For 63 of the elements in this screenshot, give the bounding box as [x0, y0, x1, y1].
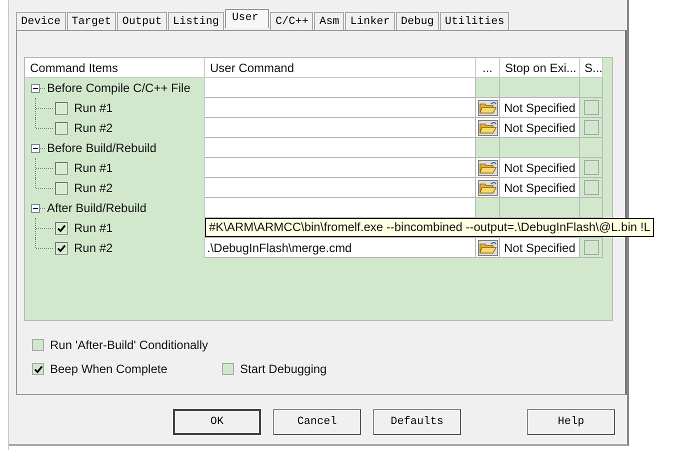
- option-label: Start Debugging: [240, 362, 327, 376]
- folder-icon[interactable]: [478, 100, 498, 116]
- column-header[interactable]: ...: [476, 58, 500, 78]
- column-header[interactable]: Command Items: [25, 58, 205, 78]
- run-label: Run #2: [74, 121, 113, 135]
- checkbox[interactable]: [584, 240, 598, 255]
- checkbox[interactable]: [55, 242, 68, 254]
- checkbox[interactable]: [584, 160, 598, 175]
- group-label: Before Build/Rebuild: [47, 141, 156, 155]
- tab[interactable]: Target: [66, 12, 116, 30]
- tab[interactable]: Asm: [314, 12, 344, 30]
- dialog-button[interactable]: Defaults: [373, 409, 462, 435]
- checkbox[interactable]: [584, 180, 598, 195]
- checkbox[interactable]: [55, 122, 68, 134]
- command-cell[interactable]: [205, 178, 476, 198]
- command-cell[interactable]: .\DebugInFlash\merge.cmd: [205, 238, 476, 258]
- column-header[interactable]: Stop on Exi...: [500, 58, 580, 78]
- command-cell[interactable]: [205, 198, 476, 218]
- checkbox-option[interactable]: Start Debugging: [222, 362, 327, 376]
- tab[interactable]: Utilities: [440, 12, 510, 30]
- checkbox[interactable]: [55, 102, 68, 114]
- tab[interactable]: Output: [117, 12, 167, 30]
- folder-icon[interactable]: [478, 180, 498, 196]
- folder-icon[interactable]: [478, 240, 498, 256]
- group-label: After Build/Rebuild: [47, 201, 146, 215]
- command-cell[interactable]: [205, 138, 476, 158]
- command-cell[interactable]: [205, 118, 476, 138]
- checkbox[interactable]: [32, 363, 44, 375]
- command-cell[interactable]: [205, 158, 476, 178]
- tab[interactable]: Debug: [396, 12, 439, 30]
- collapse-icon[interactable]: [31, 144, 40, 152]
- run-label: Run #1: [74, 161, 113, 175]
- tab[interactable]: C/C++: [270, 12, 314, 30]
- folder-icon[interactable]: [478, 160, 498, 176]
- tab[interactable]: Listing: [168, 12, 224, 30]
- group-label: Before Compile C/C++ File: [47, 81, 190, 95]
- checkbox[interactable]: [584, 120, 598, 135]
- checkbox-option[interactable]: Beep When Complete: [32, 362, 222, 376]
- collapse-icon[interactable]: [31, 84, 40, 92]
- run-label: Run #1: [74, 221, 113, 235]
- run-label: Run #2: [74, 181, 113, 195]
- tab[interactable]: Linker: [345, 12, 395, 30]
- checkbox[interactable]: [55, 182, 68, 194]
- run-label: Run #1: [74, 101, 113, 115]
- dialog-button[interactable]: Help: [527, 409, 615, 435]
- collapse-icon[interactable]: [31, 204, 40, 212]
- command-cell[interactable]: [205, 98, 476, 118]
- dialog-button[interactable]: Cancel: [273, 409, 362, 435]
- tab[interactable]: Device: [16, 12, 66, 30]
- run-label: Run #2: [74, 241, 113, 255]
- column-header[interactable]: User Command: [205, 58, 476, 78]
- tab[interactable]: User: [225, 9, 270, 28]
- command-text: .\DebugInFlash\merge.cmd: [207, 240, 352, 254]
- checkbox[interactable]: [584, 100, 598, 115]
- checkbox[interactable]: [55, 222, 68, 234]
- column-header[interactable]: S...: [580, 58, 603, 78]
- checkbox[interactable]: [55, 162, 68, 174]
- dialog-button[interactable]: OK: [173, 409, 262, 435]
- checkbox[interactable]: [222, 363, 234, 375]
- command-cell[interactable]: [205, 78, 476, 98]
- folder-icon[interactable]: [478, 120, 498, 136]
- option-label: Beep When Complete: [50, 362, 168, 376]
- checkbox[interactable]: [32, 339, 44, 351]
